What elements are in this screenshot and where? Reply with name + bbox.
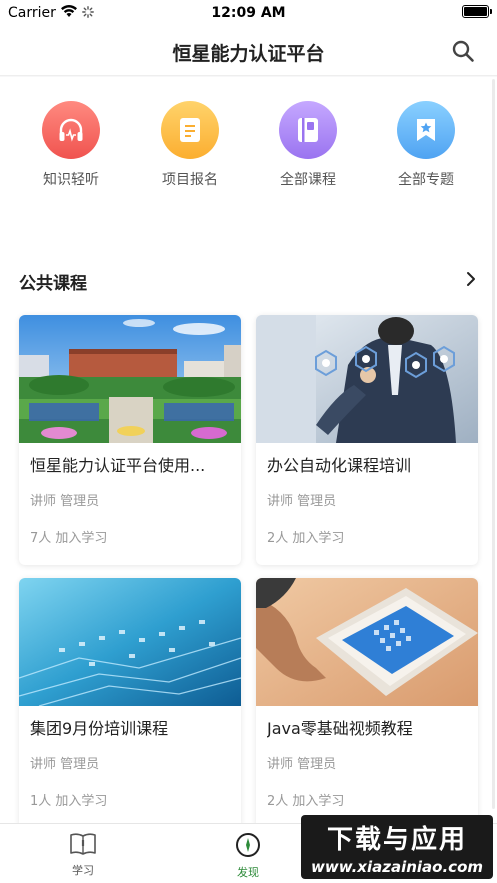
quick-action-label: 知识轻听: [43, 172, 99, 188]
course-enrolled-count: 7人 加入学习: [30, 531, 108, 546]
quick-action-courses[interactable]: 全部课程: [258, 101, 358, 189]
watermark-title: 下载与应用: [326, 825, 467, 855]
course-thumbnail-tablet: [256, 578, 478, 706]
course-thumbnail-circuit: [19, 578, 241, 706]
course-title: 恒星能力认证平台使用...: [30, 456, 206, 475]
tab-learning[interactable]: 学习: [43, 832, 123, 878]
status-bar: Carrier 12:09 AM: [0, 0, 497, 26]
course-lecturer: 讲师 管理员: [267, 494, 337, 509]
course-enrolled-count: 2人 加入学习: [267, 794, 345, 809]
course-thumbnail-campus: [19, 315, 241, 443]
tab-label: 发现: [237, 866, 259, 879]
course-title: 办公自动化课程培训: [267, 456, 412, 475]
quick-action-label: 全部专题: [398, 172, 454, 188]
quick-action-topics[interactable]: 全部专题: [376, 101, 476, 189]
nav-bar: 恒星能力认证平台: [0, 26, 497, 76]
section-header-public-courses[interactable]: 公共课程: [19, 267, 479, 295]
quick-action-register[interactable]: 项目报名: [140, 101, 240, 189]
compass-icon: [236, 833, 260, 857]
discover-content[interactable]: 知识轻听 项目报名 全部课程 全部专题 公共课程 恒星能力认证平台使用... 讲…: [0, 77, 497, 823]
quick-actions: 知识轻听 项目报名 全部课程 全部专题: [0, 101, 497, 191]
tab-discover[interactable]: 发现: [208, 832, 288, 880]
quick-action-listen[interactable]: 知识轻听: [21, 101, 121, 189]
headphones-icon: [42, 101, 100, 159]
site-watermark: 下载与应用 www.xiazainiao.com: [301, 815, 493, 879]
tab-label: 学习: [72, 864, 94, 877]
document-icon: [161, 101, 219, 159]
search-icon[interactable]: [451, 39, 475, 63]
course-title: Java零基础视频教程: [267, 719, 413, 738]
open-book-icon: [70, 833, 96, 855]
course-enrolled-count: 2人 加入学习: [267, 531, 345, 546]
course-enrolled-count: 1人 加入学习: [30, 794, 108, 809]
course-card[interactable]: 集团9月份培训课程 讲师 管理员 1人 加入学习: [19, 578, 241, 823]
course-title: 集团9月份培训课程: [30, 719, 169, 738]
chevron-right-icon[interactable]: [463, 271, 479, 287]
quick-action-label: 全部课程: [280, 172, 336, 188]
star-bookmark-icon: [397, 101, 455, 159]
course-card[interactable]: 恒星能力认证平台使用... 讲师 管理员 7人 加入学习: [19, 315, 241, 565]
course-thumbnail-office: [256, 315, 478, 443]
course-lecturer: 讲师 管理员: [30, 757, 100, 772]
battery-icon: [462, 5, 492, 18]
watermark-url: www.xiazainiao.com: [310, 858, 484, 876]
course-card[interactable]: Java零基础视频教程 讲师 管理员 2人 加入学习: [256, 578, 478, 823]
course-lecturer: 讲师 管理员: [267, 757, 337, 772]
scrollbar[interactable]: [492, 79, 495, 809]
course-lecturer: 讲师 管理员: [30, 494, 100, 509]
page-title: 恒星能力认证平台: [172, 43, 325, 65]
course-card[interactable]: 办公自动化课程培训 讲师 管理员 2人 加入学习: [256, 315, 478, 565]
section-title: 公共课程: [19, 274, 87, 294]
clock: 12:09 AM: [211, 5, 286, 21]
book-icon: [279, 101, 337, 159]
quick-action-label: 项目报名: [162, 172, 218, 188]
